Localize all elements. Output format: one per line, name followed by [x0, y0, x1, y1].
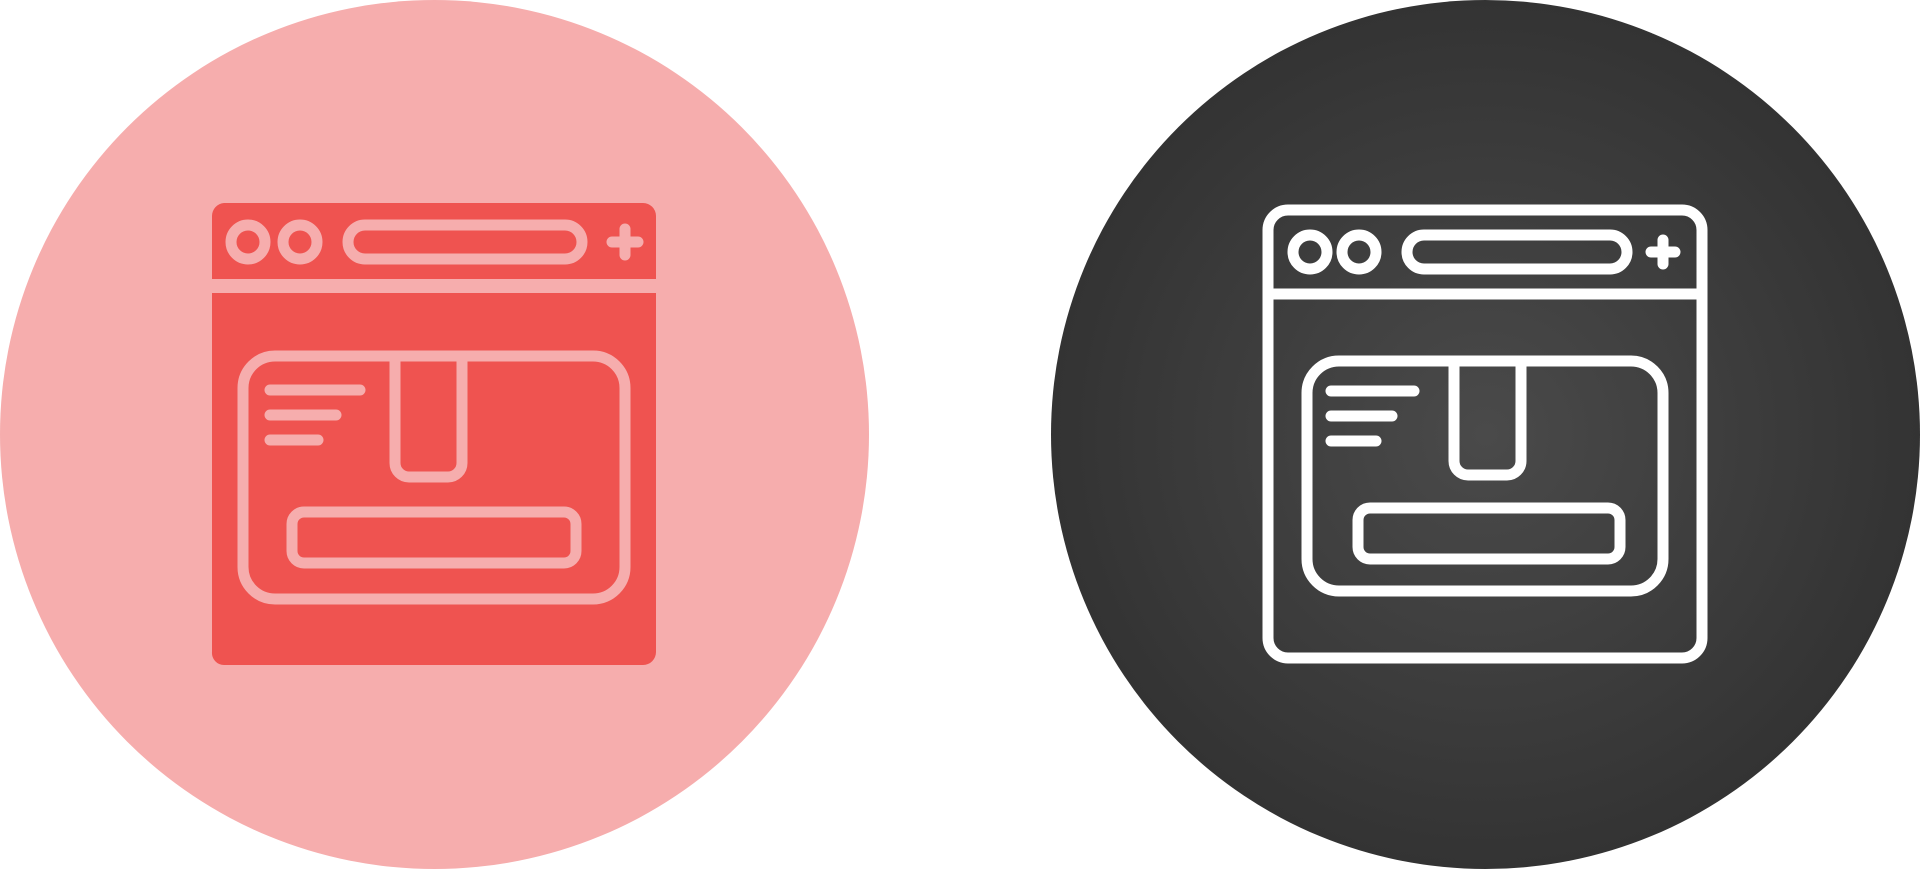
browser-delivery-box-icon	[1051, 0, 1920, 869]
outline-badge	[1051, 0, 1920, 869]
filled-badge	[0, 0, 869, 869]
browser-delivery-box-icon	[0, 0, 869, 869]
badge-circle	[1051, 0, 1920, 869]
icon-stage	[0, 0, 1920, 869]
